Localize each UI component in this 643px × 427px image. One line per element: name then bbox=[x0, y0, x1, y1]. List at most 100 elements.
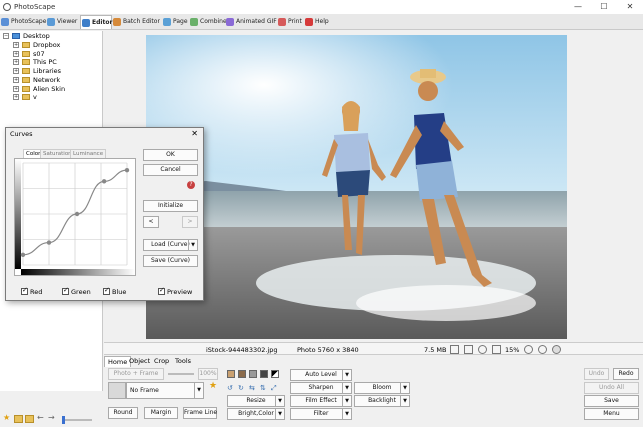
rotate-icon[interactable] bbox=[492, 345, 501, 354]
tab-batch-editor[interactable]: Batch Editor bbox=[112, 15, 162, 29]
filter-button[interactable]: Filter ▼ bbox=[290, 408, 352, 420]
star-icon[interactable]: ★ bbox=[3, 413, 12, 422]
curve-editor[interactable] bbox=[14, 158, 136, 276]
tab-crop[interactable]: Crop bbox=[151, 356, 172, 367]
frame-line-button[interactable]: Frame Line bbox=[183, 407, 217, 419]
flip-horizontal-icon[interactable]: ⇆ bbox=[249, 384, 255, 392]
page-icon bbox=[163, 18, 171, 26]
red-label: Red bbox=[30, 288, 43, 296]
folder-icon bbox=[22, 59, 30, 66]
frame-select[interactable]: No Frame ▼ bbox=[126, 382, 204, 399]
invert-swatch-icon[interactable] bbox=[271, 370, 279, 378]
animated-gif-icon bbox=[226, 18, 234, 26]
maximize-button[interactable]: ☐ bbox=[591, 0, 617, 14]
redo-button[interactable]: Redo bbox=[613, 368, 639, 380]
expand-icon[interactable]: + bbox=[13, 94, 19, 101]
ok-button[interactable]: OK bbox=[143, 149, 198, 161]
folder-icon bbox=[22, 76, 30, 83]
folder-icon[interactable] bbox=[14, 415, 23, 423]
slider-thumb[interactable] bbox=[62, 416, 65, 424]
help-icon bbox=[305, 18, 313, 26]
back-arrow-icon[interactable]: ← bbox=[37, 413, 46, 422]
forward-arrow-icon[interactable]: → bbox=[48, 413, 57, 422]
red-checkbox[interactable] bbox=[21, 286, 28, 295]
expand-icon[interactable]: + bbox=[13, 85, 19, 92]
round-button[interactable]: Round bbox=[108, 407, 138, 419]
tab-combine[interactable]: Combine bbox=[189, 15, 227, 29]
curve-control-point[interactable] bbox=[74, 211, 80, 217]
tab-help[interactable]: Help bbox=[304, 15, 331, 29]
favorite-star-icon[interactable]: ★ bbox=[209, 381, 217, 391]
bloom-button[interactable]: Bloom ▼ bbox=[354, 382, 410, 394]
close-button[interactable]: ✕ bbox=[617, 0, 643, 14]
tone-swatch-icon[interactable] bbox=[227, 370, 235, 378]
curve-control-point[interactable] bbox=[20, 252, 26, 257]
thumbnail-size-slider[interactable] bbox=[62, 419, 92, 421]
minimize-button[interactable]: — bbox=[565, 0, 591, 14]
expand-icon[interactable]: + bbox=[13, 68, 19, 75]
bright-color-button[interactable]: Bright,Color ▼ bbox=[227, 408, 285, 420]
tab-photoscape[interactable]: PhotoScape bbox=[0, 15, 46, 29]
expand-icon[interactable]: + bbox=[13, 59, 19, 66]
tab-tools[interactable]: Tools bbox=[172, 356, 194, 367]
chevron-down-icon: ▼ bbox=[342, 409, 351, 419]
sepia-swatch-icon[interactable] bbox=[238, 370, 246, 378]
cancel-button[interactable]: Cancel bbox=[143, 164, 198, 176]
margin-button[interactable]: Margin bbox=[144, 407, 178, 419]
expand-icon[interactable]: + bbox=[13, 50, 19, 57]
curve-control-point[interactable] bbox=[124, 167, 130, 173]
tab-object[interactable]: Object bbox=[126, 356, 153, 367]
tab-print[interactable]: Print bbox=[277, 15, 304, 29]
preview-checkbox[interactable] bbox=[158, 286, 165, 295]
dark-swatch-icon[interactable] bbox=[260, 370, 268, 378]
sharpen-button[interactable]: Sharpen ▼ bbox=[290, 382, 352, 394]
tab-viewer[interactable]: Viewer bbox=[46, 15, 80, 29]
curve-control-point[interactable] bbox=[46, 240, 52, 245]
help-icon[interactable]: ? bbox=[187, 181, 195, 189]
menu-button[interactable]: Menu bbox=[584, 408, 639, 420]
chevron-down-icon: ▼ bbox=[342, 396, 351, 406]
resize-button[interactable]: Resize ▼ bbox=[227, 395, 285, 407]
actual-size-icon[interactable] bbox=[464, 345, 473, 354]
zoom-in-icon[interactable] bbox=[478, 345, 487, 354]
fit-screen-icon[interactable] bbox=[450, 345, 459, 354]
initialize-button[interactable]: Initialize bbox=[143, 200, 198, 212]
auto-level-button[interactable]: Auto Level ▼ bbox=[290, 369, 352, 381]
collapse-icon[interactable]: − bbox=[3, 33, 9, 39]
tab-luminance[interactable]: Luminance bbox=[70, 149, 107, 158]
status-filesize: 7.5 MB bbox=[424, 346, 447, 354]
load-curve-button[interactable]: Load (Curve) ▼ bbox=[143, 239, 198, 251]
dialog-close-icon[interactable]: ✕ bbox=[191, 129, 198, 138]
save-button[interactable]: Save bbox=[584, 395, 639, 407]
next-button[interactable]: > bbox=[182, 216, 198, 228]
rotate-right-icon[interactable]: ↻ bbox=[238, 384, 244, 392]
prev-button[interactable]: < bbox=[143, 216, 159, 228]
save-curve-button[interactable]: Save (Curve) bbox=[143, 255, 198, 267]
chevron-down-icon: ▼ bbox=[194, 383, 203, 398]
gray-swatch-icon[interactable] bbox=[249, 370, 257, 378]
blue-checkbox[interactable] bbox=[103, 286, 110, 295]
tab-animated-gif[interactable]: Animated GIF bbox=[225, 15, 277, 29]
info-icon[interactable] bbox=[552, 345, 561, 354]
frame-slider[interactable] bbox=[168, 373, 194, 375]
tab-editor[interactable]: Editor bbox=[80, 15, 112, 29]
expand-icon[interactable]: + bbox=[13, 76, 19, 83]
straighten-icon[interactable]: ⤢ bbox=[271, 384, 277, 393]
backlight-button[interactable]: Backlight ▼ bbox=[354, 395, 410, 407]
status-filename: iStock-944483302.jpg bbox=[206, 346, 278, 354]
folder-open-icon[interactable] bbox=[25, 415, 34, 423]
green-checkbox[interactable] bbox=[62, 286, 69, 295]
zoom-in-button-icon[interactable] bbox=[524, 345, 533, 354]
rotate-left-icon[interactable]: ↺ bbox=[227, 384, 233, 392]
curve-graph[interactable] bbox=[15, 159, 135, 275]
tab-page[interactable]: Page bbox=[162, 15, 189, 29]
expand-icon[interactable]: + bbox=[13, 42, 19, 48]
photo-frame-button[interactable]: Photo + Frame bbox=[108, 368, 164, 380]
undo-button[interactable]: Undo bbox=[584, 368, 609, 380]
curve-control-point[interactable] bbox=[101, 179, 107, 184]
undo-all-button[interactable]: Undo All bbox=[584, 382, 639, 394]
flip-vertical-icon[interactable]: ⇅ bbox=[260, 384, 266, 392]
film-effect-button[interactable]: Film Effect ▼ bbox=[290, 395, 352, 407]
zoom-out-icon[interactable] bbox=[538, 345, 547, 354]
batch-editor-icon bbox=[113, 18, 121, 26]
